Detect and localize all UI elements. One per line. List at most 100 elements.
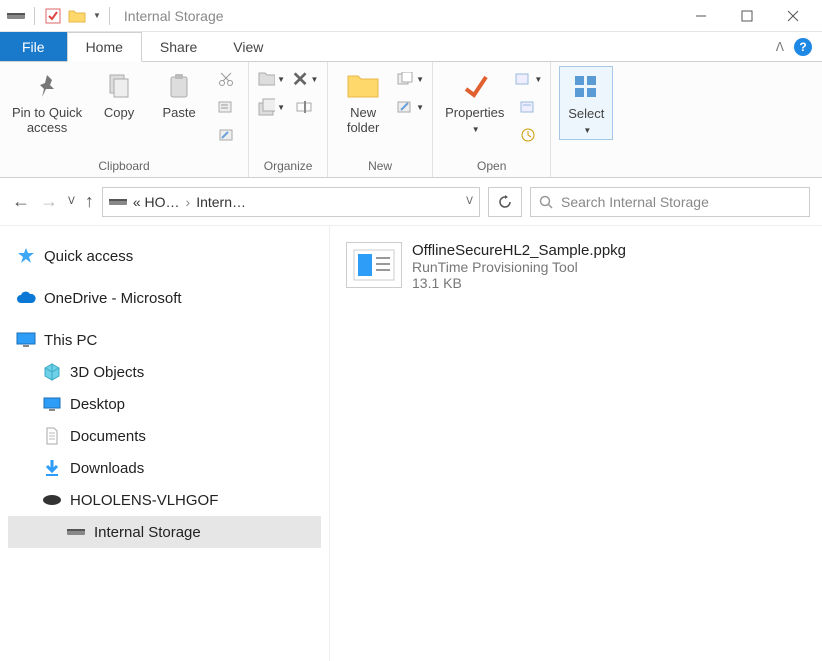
nav-label: HOLOLENS-VLHGOF bbox=[70, 492, 218, 509]
document-icon bbox=[42, 426, 62, 446]
file-name: OfflineSecureHL2_Sample.ppkg bbox=[412, 242, 626, 259]
help-icon[interactable]: ? bbox=[794, 38, 812, 56]
tab-file[interactable]: File bbox=[0, 32, 67, 61]
file-item[interactable]: OfflineSecureHL2_Sample.ppkg RunTime Pro… bbox=[346, 242, 806, 291]
edit-button[interactable] bbox=[514, 94, 542, 120]
select-icon bbox=[568, 69, 604, 105]
ribbon-tabs: File Home Share View ᐱ ? bbox=[0, 32, 822, 62]
ribbon-group-organize: ▼ ▼ ✕▼ Organize bbox=[249, 62, 328, 177]
move-to-button[interactable]: ▼ bbox=[257, 66, 285, 92]
navigation-pane: Quick access OneDrive - Microsoft This P… bbox=[0, 226, 330, 661]
ribbon-group-clipboard: Pin to Quick access Copy Paste Clipboard bbox=[0, 62, 249, 177]
nav-internal-storage[interactable]: Internal Storage bbox=[8, 516, 321, 548]
explorer-body: Quick access OneDrive - Microsoft This P… bbox=[0, 226, 822, 661]
file-type: RunTime Provisioning Tool bbox=[412, 259, 626, 275]
nav-onedrive[interactable]: OneDrive - Microsoft bbox=[8, 282, 321, 314]
chevron-right-icon[interactable]: › bbox=[186, 194, 191, 210]
cut-button[interactable] bbox=[212, 66, 240, 92]
desktop-icon bbox=[42, 394, 62, 414]
ribbon-group-open: Properties▼ ▼ Open bbox=[433, 62, 551, 177]
nav-desktop[interactable]: Desktop bbox=[8, 388, 321, 420]
qat-dropdown-icon[interactable]: ▼ bbox=[93, 11, 101, 20]
nav-downloads[interactable]: Downloads bbox=[8, 452, 321, 484]
nav-documents[interactable]: Documents bbox=[8, 420, 321, 452]
pin-icon bbox=[29, 68, 65, 104]
paste-icon bbox=[161, 68, 197, 104]
window-title: Internal Storage bbox=[124, 8, 224, 24]
folder-icon bbox=[345, 68, 381, 104]
maximize-button[interactable] bbox=[724, 0, 770, 32]
search-icon bbox=[539, 195, 553, 209]
properties-qat-icon[interactable] bbox=[43, 6, 63, 26]
titlebar: ▼ Internal Storage bbox=[0, 0, 822, 32]
easy-access-button[interactable]: ▼ bbox=[396, 94, 424, 120]
delete-button[interactable]: ✕▼ bbox=[291, 66, 319, 92]
address-bar-row: ← → ᐯ ↑ « HO… › Intern… ᐯ Search Interna… bbox=[0, 178, 822, 226]
nav-label: Downloads bbox=[70, 460, 144, 477]
group-label-new: New bbox=[336, 157, 424, 175]
nav-label: This PC bbox=[44, 332, 97, 349]
forward-button[interactable]: → bbox=[40, 191, 58, 212]
nav-label: Desktop bbox=[70, 396, 125, 413]
new-folder-button[interactable]: New folder bbox=[336, 66, 390, 138]
copy-to-button[interactable]: ▼ bbox=[257, 94, 285, 120]
crumb-2[interactable]: Intern… bbox=[196, 194, 246, 210]
drive-icon[interactable] bbox=[6, 6, 26, 26]
nav-quick-access[interactable]: Quick access bbox=[8, 240, 321, 272]
file-thumbnail bbox=[346, 242, 402, 288]
device-icon bbox=[42, 490, 62, 510]
tab-view[interactable]: View bbox=[215, 32, 281, 61]
refresh-button[interactable] bbox=[488, 187, 522, 217]
nav-label: 3D Objects bbox=[70, 364, 144, 381]
copy-path-button[interactable] bbox=[212, 94, 240, 120]
crumb-1[interactable]: « HO… bbox=[133, 194, 180, 210]
cube-icon bbox=[42, 362, 62, 382]
nav-label: OneDrive - Microsoft bbox=[44, 290, 182, 307]
nav-label: Quick access bbox=[44, 248, 133, 265]
content-pane: OfflineSecureHL2_Sample.ppkg RunTime Pro… bbox=[330, 226, 822, 661]
folder-qat-icon[interactable] bbox=[67, 6, 87, 26]
quick-access-toolbar: ▼ bbox=[6, 6, 114, 26]
paste-button[interactable]: Paste bbox=[152, 66, 206, 123]
properties-icon bbox=[457, 68, 493, 104]
group-label-select bbox=[559, 171, 613, 175]
close-button[interactable] bbox=[770, 0, 816, 32]
ribbon-group-select: Select▼ bbox=[551, 62, 621, 177]
properties-button[interactable]: Properties▼ bbox=[441, 66, 508, 138]
nav-label: Internal Storage bbox=[94, 524, 201, 541]
cloud-icon bbox=[16, 288, 36, 308]
paste-shortcut-button[interactable] bbox=[212, 122, 240, 148]
recent-locations-button[interactable]: ᐯ bbox=[68, 196, 75, 207]
pin-to-quick-access-button[interactable]: Pin to Quick access bbox=[8, 66, 86, 138]
group-label-clipboard: Clipboard bbox=[8, 157, 240, 175]
file-size: 13.1 KB bbox=[412, 275, 626, 291]
tab-home[interactable]: Home bbox=[67, 32, 142, 62]
nav-hololens[interactable]: HOLOLENS-VLHGOF bbox=[8, 484, 321, 516]
star-icon bbox=[16, 246, 36, 266]
search-placeholder: Search Internal Storage bbox=[561, 194, 709, 210]
copy-icon bbox=[101, 68, 137, 104]
back-button[interactable]: ← bbox=[12, 191, 30, 212]
address-bar[interactable]: « HO… › Intern… ᐯ bbox=[102, 187, 480, 217]
open-button[interactable]: ▼ bbox=[514, 66, 542, 92]
group-label-organize: Organize bbox=[257, 157, 319, 175]
storage-icon bbox=[66, 522, 86, 542]
drive-crumb-icon bbox=[109, 196, 127, 208]
minimize-button[interactable] bbox=[678, 0, 724, 32]
search-box[interactable]: Search Internal Storage bbox=[530, 187, 810, 217]
nav-this-pc[interactable]: This PC bbox=[8, 324, 321, 356]
collapse-ribbon-icon[interactable]: ᐱ bbox=[776, 40, 784, 54]
nav-label: Documents bbox=[70, 428, 146, 445]
copy-button[interactable]: Copy bbox=[92, 66, 146, 123]
nav-3d-objects[interactable]: 3D Objects bbox=[8, 356, 321, 388]
tab-share[interactable]: Share bbox=[142, 32, 215, 61]
group-label-open: Open bbox=[441, 157, 542, 175]
up-button[interactable]: ↑ bbox=[85, 191, 94, 212]
monitor-icon bbox=[16, 330, 36, 350]
address-dropdown-icon[interactable]: ᐯ bbox=[466, 196, 473, 207]
history-button[interactable] bbox=[514, 122, 542, 148]
select-button[interactable]: Select▼ bbox=[559, 66, 613, 140]
ribbon: Pin to Quick access Copy Paste Clipboard bbox=[0, 62, 822, 178]
new-item-button[interactable]: ▼ bbox=[396, 66, 424, 92]
rename-button[interactable] bbox=[291, 94, 319, 120]
